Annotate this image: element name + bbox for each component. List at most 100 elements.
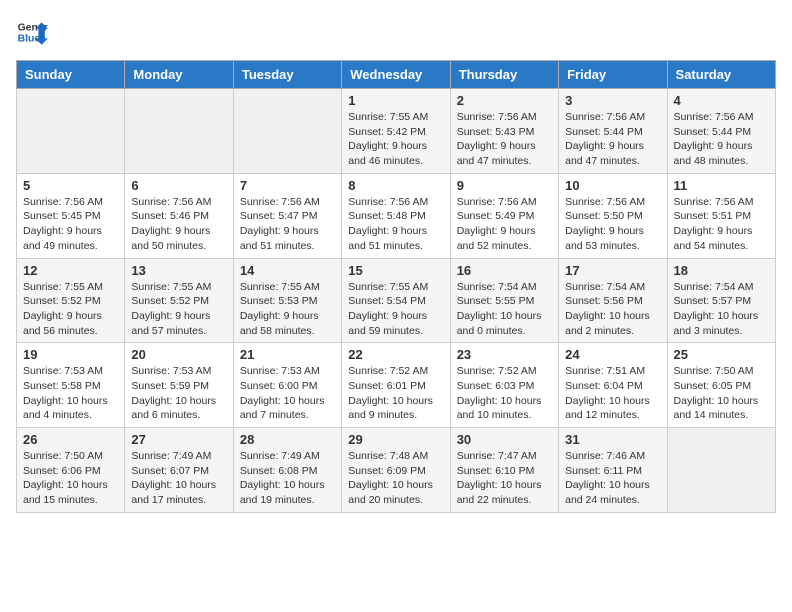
calendar-week-row: 5Sunrise: 7:56 AM Sunset: 5:45 PM Daylig… — [17, 173, 776, 258]
calendar-cell: 6 Sunrise: 7:56 AM Sunset: 5:46 PM Daylig… — [125, 173, 233, 258]
day-info: Sunrise: 7:55 AM Sunset: 5:53 PM Dayligh… — [240, 280, 335, 339]
day-number: 14 — [240, 263, 335, 278]
day-info: Sunrise: 7:55 AM Sunset: 5:54 PM Dayligh… — [348, 280, 443, 339]
day-number: 30 — [457, 432, 552, 447]
day-number: 24 — [565, 347, 660, 362]
header-friday: Friday — [559, 61, 667, 89]
day-number: 7 — [240, 178, 335, 193]
header-tuesday: Tuesday — [233, 61, 341, 89]
day-number: 20 — [131, 347, 226, 362]
day-number: 18 — [674, 263, 769, 278]
calendar-cell: 26 Sunrise: 7:50 AM Sunset: 6:06 PM Dayli… — [17, 428, 125, 513]
calendar-week-row: 26 Sunrise: 7:50 AM Sunset: 6:06 PM Dayli… — [17, 428, 776, 513]
day-info: Sunrise: 7:47 AM Sunset: 6:10 PM Dayligh… — [457, 449, 552, 508]
day-info: Sunrise: 7:50 AM Sunset: 6:06 PM Dayligh… — [23, 449, 118, 508]
day-info: Sunrise: 7:54 AM Sunset: 5:56 PM Dayligh… — [565, 280, 660, 339]
day-info: Sunrise: 7:46 AM Sunset: 6:11 PM Dayligh… — [565, 449, 660, 508]
day-info: Sunrise: 7:56 AM Sunset: 5:51 PM Dayligh… — [674, 195, 769, 254]
calendar-cell: 31 Sunrise: 7:46 AM Sunset: 6:11 PM Dayli… — [559, 428, 667, 513]
day-info: Sunrise: 7:56 AM Sunset: 5:46 PM Dayligh… — [131, 195, 226, 254]
calendar-cell: 9 Sunrise: 7:56 AM Sunset: 5:49 PM Daylig… — [450, 173, 558, 258]
calendar-week-row: 12 Sunrise: 7:55 AM Sunset: 5:52 PM Dayli… — [17, 258, 776, 343]
logo-icon: General Blue — [16, 16, 48, 48]
day-number: 25 — [674, 347, 769, 362]
day-number: 13 — [131, 263, 226, 278]
calendar-cell: 19Sunrise: 7:53 AM Sunset: 5:58 PM Dayli… — [17, 343, 125, 428]
day-number: 26 — [23, 432, 118, 447]
calendar-cell: 29 Sunrise: 7:48 AM Sunset: 6:09 PM Dayli… — [342, 428, 450, 513]
day-number: 6 — [131, 178, 226, 193]
calendar-cell — [233, 89, 341, 174]
day-number: 16 — [457, 263, 552, 278]
calendar-week-row: 19Sunrise: 7:53 AM Sunset: 5:58 PM Dayli… — [17, 343, 776, 428]
day-info: Sunrise: 7:50 AM Sunset: 6:05 PM Dayligh… — [674, 364, 769, 423]
calendar-cell: 30 Sunrise: 7:47 AM Sunset: 6:10 PM Dayli… — [450, 428, 558, 513]
calendar-cell: 20 Sunrise: 7:53 AM Sunset: 5:59 PM Dayli… — [125, 343, 233, 428]
day-number: 17 — [565, 263, 660, 278]
day-number: 27 — [131, 432, 226, 447]
day-info: Sunrise: 7:54 AM Sunset: 5:57 PM Dayligh… — [674, 280, 769, 339]
calendar-cell: 18 Sunrise: 7:54 AM Sunset: 5:57 PM Dayli… — [667, 258, 775, 343]
day-number: 12 — [23, 263, 118, 278]
calendar-cell: 16 Sunrise: 7:54 AM Sunset: 5:55 PM Dayli… — [450, 258, 558, 343]
day-info: Sunrise: 7:52 AM Sunset: 6:01 PM Dayligh… — [348, 364, 443, 423]
day-info: Sunrise: 7:48 AM Sunset: 6:09 PM Dayligh… — [348, 449, 443, 508]
day-number: 22 — [348, 347, 443, 362]
day-info: Sunrise: 7:56 AM Sunset: 5:43 PM Dayligh… — [457, 110, 552, 169]
calendar-cell: 13 Sunrise: 7:55 AM Sunset: 5:52 PM Dayli… — [125, 258, 233, 343]
day-info: Sunrise: 7:56 AM Sunset: 5:44 PM Dayligh… — [674, 110, 769, 169]
day-info: Sunrise: 7:56 AM Sunset: 5:50 PM Dayligh… — [565, 195, 660, 254]
day-info: Sunrise: 7:56 AM Sunset: 5:48 PM Dayligh… — [348, 195, 443, 254]
calendar-cell: 17 Sunrise: 7:54 AM Sunset: 5:56 PM Dayli… — [559, 258, 667, 343]
header-monday: Monday — [125, 61, 233, 89]
header-thursday: Thursday — [450, 61, 558, 89]
day-info: Sunrise: 7:51 AM Sunset: 6:04 PM Dayligh… — [565, 364, 660, 423]
day-info: Sunrise: 7:56 AM Sunset: 5:45 PM Dayligh… — [23, 195, 118, 254]
calendar-table: SundayMondayTuesdayWednesdayThursdayFrid… — [16, 60, 776, 513]
day-info: Sunrise: 7:56 AM Sunset: 5:49 PM Dayligh… — [457, 195, 552, 254]
header-saturday: Saturday — [667, 61, 775, 89]
calendar-cell — [17, 89, 125, 174]
calendar-cell: 28 Sunrise: 7:49 AM Sunset: 6:08 PM Dayli… — [233, 428, 341, 513]
day-number: 19 — [23, 347, 118, 362]
page-header: General Blue — [16, 16, 776, 48]
calendar-cell: 24 Sunrise: 7:51 AM Sunset: 6:04 PM Dayli… — [559, 343, 667, 428]
calendar-cell: 15 Sunrise: 7:55 AM Sunset: 5:54 PM Dayli… — [342, 258, 450, 343]
day-number: 23 — [457, 347, 552, 362]
calendar-cell: 8 Sunrise: 7:56 AM Sunset: 5:48 PM Daylig… — [342, 173, 450, 258]
day-number: 28 — [240, 432, 335, 447]
day-info: Sunrise: 7:49 AM Sunset: 6:08 PM Dayligh… — [240, 449, 335, 508]
calendar-cell — [125, 89, 233, 174]
day-number: 29 — [348, 432, 443, 447]
day-number: 4 — [674, 93, 769, 108]
day-number: 2 — [457, 93, 552, 108]
day-info: Sunrise: 7:53 AM Sunset: 5:59 PM Dayligh… — [131, 364, 226, 423]
calendar-cell: 23 Sunrise: 7:52 AM Sunset: 6:03 PM Dayli… — [450, 343, 558, 428]
day-info: Sunrise: 7:56 AM Sunset: 5:47 PM Dayligh… — [240, 195, 335, 254]
calendar-cell: 1Sunrise: 7:55 AM Sunset: 5:42 PM Daylig… — [342, 89, 450, 174]
calendar-cell: 2 Sunrise: 7:56 AM Sunset: 5:43 PM Daylig… — [450, 89, 558, 174]
calendar-cell — [667, 428, 775, 513]
calendar-cell: 12 Sunrise: 7:55 AM Sunset: 5:52 PM Dayli… — [17, 258, 125, 343]
day-number: 15 — [348, 263, 443, 278]
calendar-cell: 4 Sunrise: 7:56 AM Sunset: 5:44 PM Daylig… — [667, 89, 775, 174]
day-info: Sunrise: 7:56 AM Sunset: 5:44 PM Dayligh… — [565, 110, 660, 169]
day-number: 31 — [565, 432, 660, 447]
day-info: Sunrise: 7:53 AM Sunset: 6:00 PM Dayligh… — [240, 364, 335, 423]
calendar-cell: 22 Sunrise: 7:52 AM Sunset: 6:01 PM Dayli… — [342, 343, 450, 428]
logo: General Blue — [16, 16, 48, 48]
calendar-week-row: 1Sunrise: 7:55 AM Sunset: 5:42 PM Daylig… — [17, 89, 776, 174]
calendar-cell: 5Sunrise: 7:56 AM Sunset: 5:45 PM Daylig… — [17, 173, 125, 258]
calendar-cell: 25 Sunrise: 7:50 AM Sunset: 6:05 PM Dayli… — [667, 343, 775, 428]
day-number: 10 — [565, 178, 660, 193]
day-info: Sunrise: 7:54 AM Sunset: 5:55 PM Dayligh… — [457, 280, 552, 339]
day-info: Sunrise: 7:55 AM Sunset: 5:52 PM Dayligh… — [131, 280, 226, 339]
day-number: 8 — [348, 178, 443, 193]
day-number: 9 — [457, 178, 552, 193]
header-wednesday: Wednesday — [342, 61, 450, 89]
calendar-cell: 27Sunrise: 7:49 AM Sunset: 6:07 PM Dayli… — [125, 428, 233, 513]
day-info: Sunrise: 7:55 AM Sunset: 5:52 PM Dayligh… — [23, 280, 118, 339]
day-info: Sunrise: 7:52 AM Sunset: 6:03 PM Dayligh… — [457, 364, 552, 423]
day-number: 11 — [674, 178, 769, 193]
day-number: 1 — [348, 93, 443, 108]
